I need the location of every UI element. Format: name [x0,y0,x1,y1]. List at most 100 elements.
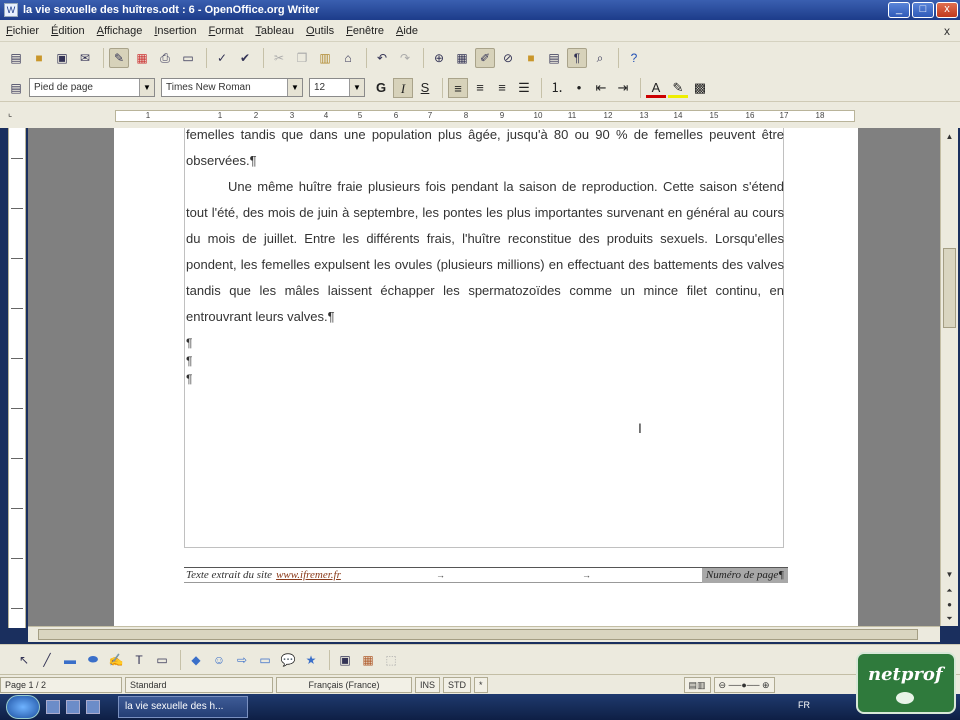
export-pdf-icon[interactable]: ▦ [132,48,152,68]
font-color-icon[interactable]: A [646,78,666,98]
navigation-icon[interactable]: ● [943,598,956,611]
extrusion-icon[interactable]: ⬚ [381,650,401,670]
redo-icon[interactable]: ↷ [395,48,415,68]
footer-link[interactable]: www.ifremer.fr [276,569,341,581]
edit-mode-icon[interactable]: ✎ [109,48,129,68]
stars-icon[interactable]: ★ [301,650,321,670]
highlight-icon[interactable]: ✎ [668,78,688,98]
scroll-thumb[interactable] [943,248,956,328]
symbol-shapes-icon[interactable]: ☺ [209,650,229,670]
print-icon[interactable]: ⎙ [155,48,175,68]
font-size-select[interactable]: 12 ▼ [309,78,365,97]
insert-mode-indicator[interactable]: INS [415,676,441,693]
maximize-button[interactable]: □ [912,2,934,18]
formatting-marks-icon[interactable]: ¶ [567,48,587,68]
minimize-button[interactable]: _ [888,2,910,18]
paste-icon[interactable]: ▥ [315,48,335,68]
cut-icon[interactable]: ✂ [269,48,289,68]
menu-affichage[interactable]: Affichage [97,25,143,37]
autospell-icon[interactable]: ✔ [235,48,255,68]
horizontal-scrollbar[interactable] [28,626,940,642]
empty-paragraph-mark[interactable]: ¶ [186,354,192,368]
show-draw-functions-icon[interactable]: ✐ [475,48,495,68]
freeform-icon[interactable]: ✍ [106,650,126,670]
align-right-icon[interactable]: ≡ [492,78,512,98]
previous-page-icon[interactable]: ⏶ [943,584,956,597]
line-icon[interactable]: ╱ [37,650,57,670]
vertical-ruler[interactable] [8,128,26,628]
language-tray[interactable]: FR [798,700,810,710]
undo-icon[interactable]: ↶ [372,48,392,68]
open-folder-icon[interactable]: ■ [29,48,49,68]
copy-icon[interactable]: ❐ [292,48,312,68]
quicklaunch-icon[interactable] [66,700,80,714]
quicklaunch-icon[interactable] [86,700,100,714]
page-style-indicator[interactable]: Standard [125,676,273,693]
close-window-button[interactable]: x [936,2,958,18]
start-button[interactable] [6,695,40,719]
menu-outils[interactable]: Outils [306,25,334,37]
selection-mode-indicator[interactable]: STD [443,676,472,693]
print-preview-icon[interactable]: ▭ [178,48,198,68]
align-center-icon[interactable]: ≡ [470,78,490,98]
help-icon[interactable]: ? [624,48,644,68]
menu-tableau[interactable]: Tableau [255,25,294,37]
font-name-select[interactable]: Times New Roman ▼ [161,78,303,97]
scroll-up-icon[interactable]: ▲ [943,130,956,143]
paragraph-style-select[interactable]: Pied de page ▼ [29,78,155,97]
quicklaunch-icon[interactable] [46,700,60,714]
taskbar-writer-window[interactable]: la vie sexuelle des h... [118,696,248,718]
rectangle-icon[interactable]: ▬ [60,650,80,670]
flowchart-icon[interactable]: ▭ [255,650,275,670]
tab-type-icon[interactable]: ⌞ [8,108,20,120]
italic-button[interactable]: I [393,77,413,98]
bullets-icon[interactable]: • [569,78,589,98]
fontwork-gallery-icon[interactable]: ▣ [335,650,355,670]
callout-icon[interactable]: ▭ [152,650,172,670]
chevron-down-icon[interactable]: ▼ [349,79,364,96]
horizontal-ruler[interactable]: ⌞ 1 1 2 3 4 5 6 7 8 9 10 11 12 13 14 15 … [0,102,960,128]
next-page-icon[interactable]: ⏷ [943,612,956,625]
chevron-down-icon[interactable]: ▼ [287,79,302,96]
zoom-icon[interactable]: ⌕ [590,48,610,68]
increase-indent-icon[interactable]: ⇥ [613,78,633,98]
block-arrows-icon[interactable]: ⇨ [232,650,252,670]
select-arrow-icon[interactable]: ↖ [14,650,34,670]
document-page[interactable]: femelles tandis que dans une population … [114,128,858,626]
basic-shapes-icon[interactable]: ◆ [186,650,206,670]
bold-button[interactable]: G [371,78,391,98]
paragraph-1[interactable]: femelles tandis que dans une population … [186,128,784,174]
menu-format[interactable]: Format [209,25,244,37]
menu-fenetre[interactable]: Fenêtre [346,25,384,37]
table-icon[interactable]: ▦ [452,48,472,68]
page-indicator[interactable]: Page 1 / 2 [0,676,122,693]
new-document-icon[interactable]: ▤ [6,48,26,68]
from-file-icon[interactable]: ▦ [358,650,378,670]
email-icon[interactable]: ✉ [75,48,95,68]
menu-edition[interactable]: Édition [51,25,85,37]
zoom-slider[interactable]: ⊖ ──●── ⊕ [713,676,775,693]
spellcheck-icon[interactable]: ✓ [212,48,232,68]
ellipse-icon[interactable]: ⬬ [83,650,103,670]
vertical-scrollbar[interactable]: ▲ ▼ ⏶ ● ⏷ [940,128,958,626]
clone-format-icon[interactable]: ⌂ [338,48,358,68]
styles-formatting-icon[interactable]: ▤ [6,78,26,98]
background-color-icon[interactable]: ▩ [690,78,710,98]
empty-paragraph-mark[interactable]: ¶ [186,372,192,386]
horizontal-scroll-thumb[interactable] [38,629,918,640]
hyperlink-icon[interactable]: ⊕ [429,48,449,68]
numbering-icon[interactable]: ⒈ [547,78,567,98]
menu-fichier[interactable]: Fichier [6,25,39,37]
underline-button[interactable]: S [415,78,435,98]
gallery-icon[interactable]: ▤ [544,48,564,68]
view-layout-icon[interactable]: ▤▥ [683,676,711,693]
decrease-indent-icon[interactable]: ⇤ [591,78,611,98]
callouts-icon[interactable]: 💬 [278,650,298,670]
align-left-icon[interactable]: ≡ [448,77,468,98]
page-footer[interactable]: Texte extrait du site www.ifremer.fr → →… [184,567,788,583]
language-indicator[interactable]: Français (France) [276,676,412,693]
navigator-icon[interactable]: ■ [521,48,541,68]
find-replace-icon[interactable]: ⊘ [498,48,518,68]
justify-icon[interactable]: ☰ [514,78,534,98]
save-icon[interactable]: ▣ [52,48,72,68]
